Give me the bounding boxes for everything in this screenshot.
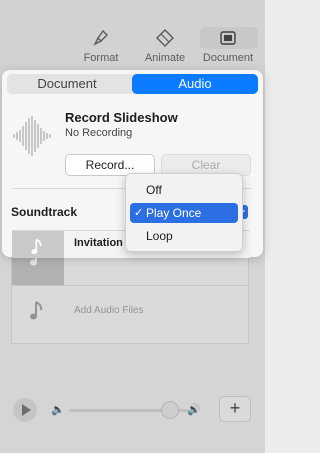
soundtrack-label: Soundtrack [11,205,78,219]
waveform-icon [13,116,51,156]
menu-item-loop[interactable]: Loop [130,226,238,246]
segmented-control: Document Audio [7,74,258,94]
track-thumbnail [12,231,64,258]
record-slideshow-title: Record Slideshow [65,110,178,125]
soundtrack-menu: Off ✓ Play Once Loop [125,173,243,252]
menu-item-off[interactable]: Off [130,180,238,200]
tab-audio[interactable]: Audio [132,74,258,94]
tab-document[interactable]: Document [7,74,127,94]
track-name: Invitation [74,237,123,249]
checkmark-icon: ✓ [134,207,144,219]
menu-item-label: Play Once [146,206,202,220]
music-note-icon [31,238,42,255]
menu-item-play-once[interactable]: ✓ Play Once [130,203,238,223]
recording-status: No Recording [65,127,133,139]
menu-item-label: Loop [146,229,173,243]
menu-item-label: Off [146,183,162,197]
